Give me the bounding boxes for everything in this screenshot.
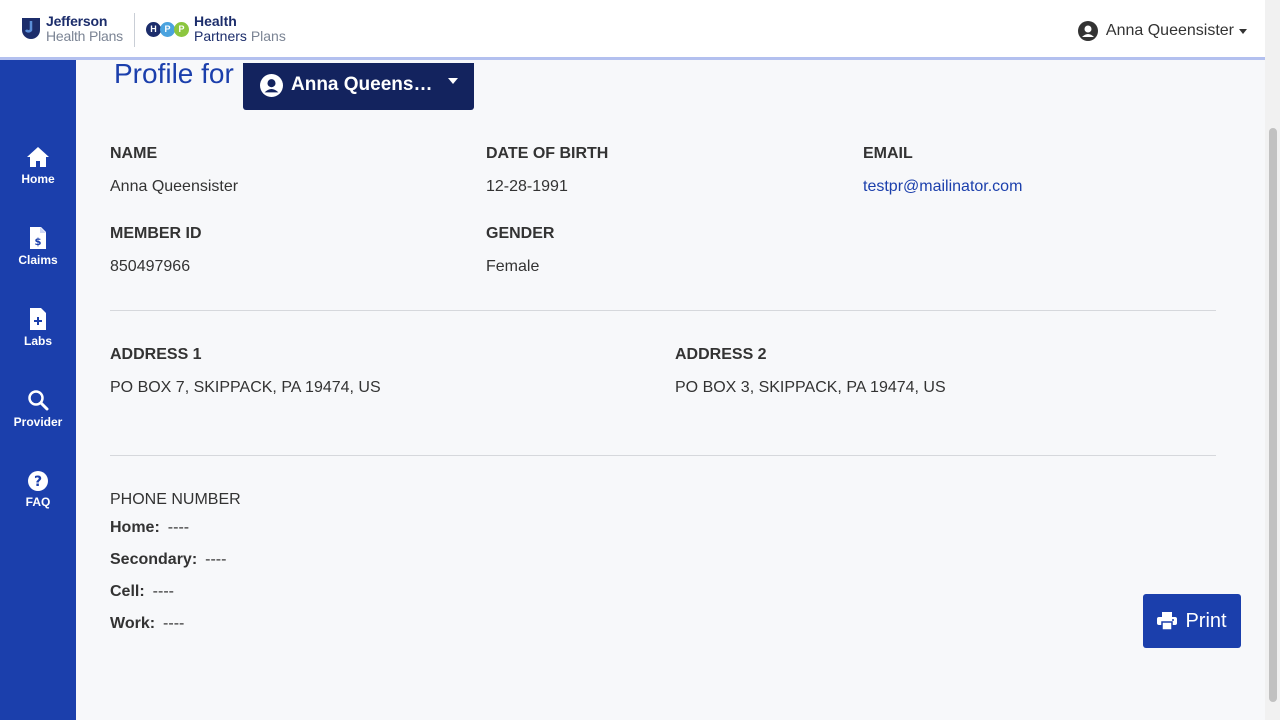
logo-divider (134, 13, 135, 47)
address2-label: ADDRESS 2 (675, 346, 767, 363)
member-id-field: MEMBER ID 850497966 (110, 225, 202, 276)
name-value: Anna Queensister (110, 178, 239, 195)
name-label: NAME (110, 145, 158, 162)
search-icon (28, 390, 49, 411)
name-field: NAME Anna Queensister (110, 145, 238, 196)
print-button-label: Print (1185, 609, 1227, 632)
scrollbar-thumb[interactable] (1269, 128, 1277, 702)
phone-row-work: Work: ---- (110, 615, 184, 633)
svg-text:?: ? (34, 474, 42, 490)
phone-cell-value: ---- (152, 583, 174, 600)
address2-field: ADDRESS 2 PO BOX 3, SKIPPACK, PA 19474, … (675, 346, 946, 397)
question-icon: ? (28, 471, 48, 491)
phone-home-label: Home: (110, 519, 160, 536)
jefferson-shield-icon (22, 18, 40, 39)
sidebar-item-claims[interactable]: $ Claims (0, 227, 76, 267)
phone-home-value: ---- (167, 519, 190, 536)
chevron-down-icon (1239, 28, 1247, 34)
gender-label: GENDER (486, 225, 555, 242)
member-select-name: Anna Queensister (291, 74, 435, 95)
member-select-dropdown[interactable]: Anna Queensister (243, 63, 474, 110)
home-icon (27, 147, 49, 167)
hpp-circle-p2: P (174, 21, 189, 37)
user-avatar-icon (1077, 21, 1098, 41)
dob-field: DATE OF BIRTH 12-28-1991 (486, 145, 608, 196)
member-id-value: 850497966 (110, 258, 191, 275)
section-divider (110, 455, 1216, 456)
sidebar-item-labs[interactable]: Labs (0, 308, 76, 348)
phone-cell-label: Cell: (110, 583, 145, 600)
phone-row-cell: Cell: ---- (110, 583, 174, 601)
printer-icon (1157, 612, 1178, 630)
gender-field: GENDER Female (486, 225, 554, 276)
address2-value: PO BOX 3, SKIPPACK, PA 19474, US (675, 379, 946, 396)
phone-row-home: Home: ---- (110, 519, 189, 537)
hpp-circle-p1: P (160, 21, 175, 37)
address1-label: ADDRESS 1 (110, 346, 202, 363)
hpp-logo-line2a: Partners (194, 28, 247, 44)
chevron-down-icon (448, 78, 458, 84)
sidebar-item-home[interactable]: Home (0, 146, 76, 186)
hpp-circles-icon: H P P (146, 21, 189, 37)
email-field: EMAIL testpr@mailinator.com (863, 145, 1022, 196)
email-link[interactable]: testpr@mailinator.com (863, 178, 1022, 196)
hpp-logo-line2b: Plans (250, 28, 286, 44)
sidebar-item-label: Provider (13, 415, 63, 429)
phone-work-value: ---- (163, 615, 185, 632)
section-divider (110, 310, 1216, 311)
jefferson-logo-line1: Jefferson (46, 13, 108, 29)
hpp-circle-h: H (146, 21, 161, 37)
phone-number-heading: PHONE NUMBER (110, 491, 241, 508)
sidebar-item-label: Labs (23, 334, 52, 348)
sidebar-item-label: Home (21, 172, 55, 186)
jefferson-logo-line2: Health Plans (46, 28, 123, 44)
sidebar-nav: Home $ Claims Labs Provider ? FAQ (0, 60, 76, 720)
health-partners-plans-logo[interactable]: H P P Health Partners Plans (146, 14, 286, 44)
dob-value: 12-28-1991 (486, 178, 568, 195)
profile-main-content: Profile for Anna Queensister NAME Anna Q… (76, 63, 1265, 720)
address1-field: ADDRESS 1 PO BOX 7, SKIPPACK, PA 19474, … (110, 346, 381, 397)
user-menu-name: Anna Queensister (1105, 22, 1234, 39)
sidebar-item-label: FAQ (25, 495, 51, 509)
phone-secondary-label: Secondary: (110, 551, 198, 568)
user-menu-dropdown[interactable]: Anna Queensister (1077, 21, 1247, 41)
print-button[interactable]: Print (1143, 594, 1241, 648)
member-id-label: MEMBER ID (110, 225, 202, 242)
hpp-logo-line1: Health (194, 13, 237, 29)
phone-row-secondary: Secondary: ---- (110, 551, 226, 569)
svg-text:$: $ (35, 237, 42, 248)
address1-value: PO BOX 7, SKIPPACK, PA 19474, US (110, 379, 381, 396)
sidebar-item-faq[interactable]: ? FAQ (0, 471, 76, 509)
phone-work-label: Work: (110, 615, 156, 632)
top-header: Jefferson Health Plans H P P Health Part… (0, 0, 1265, 60)
claims-icon: $ (30, 227, 46, 249)
sidebar-item-label: Claims (18, 253, 58, 267)
dob-label: DATE OF BIRTH (486, 145, 609, 162)
labs-icon (30, 308, 46, 330)
page-title: Profile for (114, 63, 234, 89)
user-avatar-icon (260, 73, 283, 97)
jefferson-health-plans-logo[interactable]: Jefferson Health Plans (22, 14, 123, 44)
phone-secondary-value: ---- (205, 551, 227, 568)
gender-value: Female (486, 258, 540, 275)
page-scrollbar[interactable] (1265, 0, 1280, 720)
sidebar-item-provider[interactable]: Provider (0, 389, 76, 429)
email-label: EMAIL (863, 145, 913, 162)
